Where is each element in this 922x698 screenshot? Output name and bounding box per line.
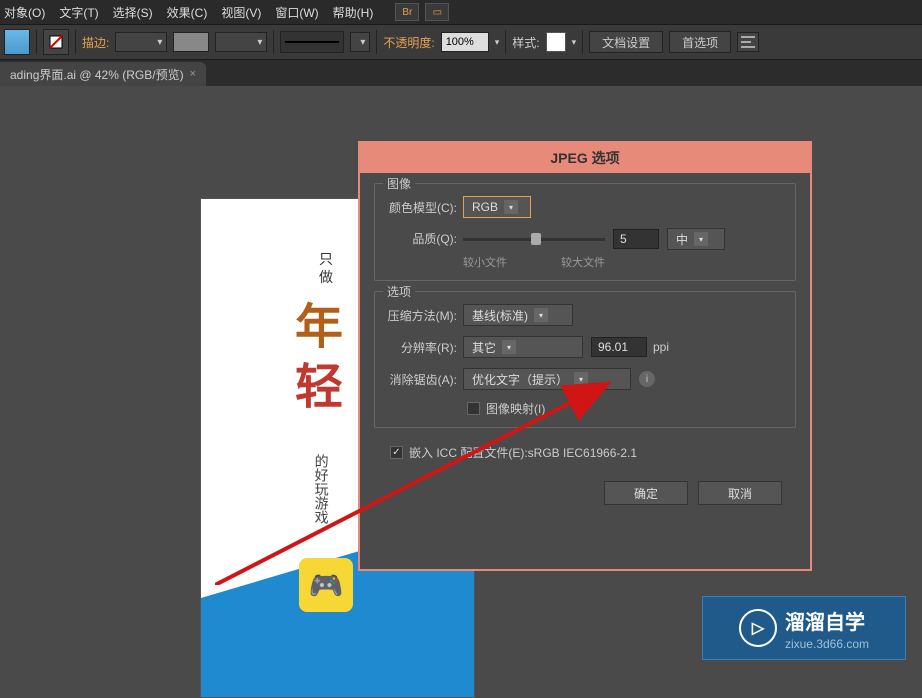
embed-icc-checkbox[interactable]: ✓ bbox=[390, 446, 403, 459]
chevron-down-icon: ▾ bbox=[534, 308, 548, 322]
style-label: 样式: bbox=[512, 34, 539, 51]
watermark-title: 溜溜自学 bbox=[785, 606, 869, 635]
document-setup-button[interactable]: 文档设置 bbox=[589, 31, 663, 53]
arrange-icon[interactable]: ▭ bbox=[425, 3, 449, 21]
fieldset-legend: 图像 bbox=[383, 175, 415, 192]
no-fill-icon[interactable] bbox=[43, 29, 69, 55]
document-tab[interactable]: ading界面.ai @ 42% (RGB/预览) × bbox=[0, 62, 206, 86]
fill-color-swatch[interactable] bbox=[4, 29, 30, 55]
quality-input[interactable]: 5 bbox=[613, 229, 659, 249]
chevron-down-icon: ▾ bbox=[504, 200, 518, 214]
artwork-text: 的好玩游戏 bbox=[311, 454, 331, 524]
color-model-select[interactable]: RGB ▾ bbox=[463, 196, 531, 218]
options-fieldset: 选项 压缩方法(M): 基线(标准) ▾ 分辨率(R): 其它 ▾ 96.01 … bbox=[374, 291, 796, 428]
antialias-select[interactable]: 优化文字（提示） ▾ bbox=[463, 368, 631, 390]
menu-view[interactable]: 视图(V) bbox=[221, 4, 261, 21]
resolution-label: 分辨率(R): bbox=[387, 339, 457, 356]
document-tabs: ading界面.ai @ 42% (RGB/预览) × bbox=[0, 60, 922, 86]
artwork-icon-badge: 🎮 bbox=[299, 558, 353, 612]
info-icon[interactable]: i bbox=[639, 371, 655, 387]
embed-icc-label: 嵌入 ICC 配置文件(E): bbox=[409, 444, 528, 461]
jpeg-options-dialog: JPEG 选项 图像 颜色模型(C): RGB ▾ 品质(Q): bbox=[358, 141, 812, 571]
resolution-input[interactable]: 96.01 bbox=[591, 337, 647, 357]
quality-label: 品质(Q): bbox=[387, 228, 457, 247]
opacity-input[interactable]: 100% bbox=[441, 32, 489, 52]
resolution-preset-select[interactable]: 其它 ▾ bbox=[463, 336, 583, 358]
cancel-button[interactable]: 取消 bbox=[698, 481, 782, 505]
stroke-options-dropdown[interactable]: ▾ bbox=[215, 32, 267, 52]
compression-label: 压缩方法(M): bbox=[387, 307, 457, 324]
chevron-down-icon: ▾ bbox=[574, 372, 588, 386]
artwork-heading: 轻 bbox=[295, 347, 343, 417]
menu-window[interactable]: 窗口(W) bbox=[275, 4, 318, 21]
chevron-down-icon: ▾ bbox=[694, 232, 708, 246]
menu-bar: 对象(O) 文字(T) 选择(S) 效果(C) 视图(V) 窗口(W) 帮助(H… bbox=[0, 0, 922, 24]
menu-select[interactable]: 选择(S) bbox=[113, 4, 153, 21]
slider-max-label: 较大文件 bbox=[561, 254, 605, 270]
dialog-title: JPEG 选项 bbox=[360, 143, 810, 173]
options-toolbar: 描边: ▾ ▾ ▾ 不透明度: 100% ▾ 样式: ▾ 文档设置 首选项 bbox=[0, 24, 922, 60]
watermark: ▷ 溜溜自学 zixue.3d66.com bbox=[702, 596, 906, 660]
menu-object[interactable]: 对象(O) bbox=[4, 4, 45, 21]
stroke-color-swatch[interactable] bbox=[173, 32, 209, 52]
opacity-label: 不透明度: bbox=[383, 34, 434, 51]
fieldset-legend: 选项 bbox=[383, 283, 415, 300]
stroke-label: 描边: bbox=[82, 34, 109, 51]
imagemap-checkbox[interactable] bbox=[467, 402, 480, 415]
slider-thumb[interactable] bbox=[531, 233, 541, 245]
preferences-button[interactable]: 首选项 bbox=[669, 31, 731, 53]
stroke-weight-dropdown[interactable]: ▾ bbox=[115, 32, 167, 52]
align-icon[interactable] bbox=[737, 32, 759, 52]
icc-profile-name: sRGB IEC61966-2.1 bbox=[528, 446, 637, 460]
resolution-unit: ppi bbox=[653, 340, 669, 354]
artwork-text: 做 bbox=[319, 267, 333, 287]
quality-slider[interactable] bbox=[463, 238, 605, 241]
color-model-label: 颜色模型(C): bbox=[387, 199, 457, 216]
menu-help[interactable]: 帮助(H) bbox=[333, 4, 374, 21]
quality-preset-select[interactable]: 中 ▾ bbox=[667, 228, 725, 250]
watermark-url: zixue.3d66.com bbox=[785, 637, 869, 651]
ok-button[interactable]: 确定 bbox=[604, 481, 688, 505]
bridge-icon[interactable]: Br bbox=[395, 3, 419, 21]
compression-select[interactable]: 基线(标准) ▾ bbox=[463, 304, 573, 326]
menu-text[interactable]: 文字(T) bbox=[59, 4, 98, 21]
tab-title: ading界面.ai @ 42% (RGB/预览) bbox=[10, 66, 184, 83]
artwork-text: 只 bbox=[319, 249, 333, 269]
style-swatch[interactable] bbox=[546, 32, 566, 52]
close-tab-icon[interactable]: × bbox=[190, 68, 196, 80]
play-icon: ▷ bbox=[739, 609, 777, 647]
antialias-label: 消除锯齿(A): bbox=[387, 371, 457, 388]
slider-min-label: 较小文件 bbox=[463, 254, 507, 270]
menu-effect[interactable]: 效果(C) bbox=[167, 4, 208, 21]
brush-preview[interactable] bbox=[280, 31, 344, 53]
brush-dropdown[interactable]: ▾ bbox=[350, 32, 370, 52]
image-fieldset: 图像 颜色模型(C): RGB ▾ 品质(Q): 5 bbox=[374, 183, 796, 281]
chevron-down-icon: ▾ bbox=[502, 340, 516, 354]
imagemap-label: 图像映射(I) bbox=[486, 400, 545, 417]
